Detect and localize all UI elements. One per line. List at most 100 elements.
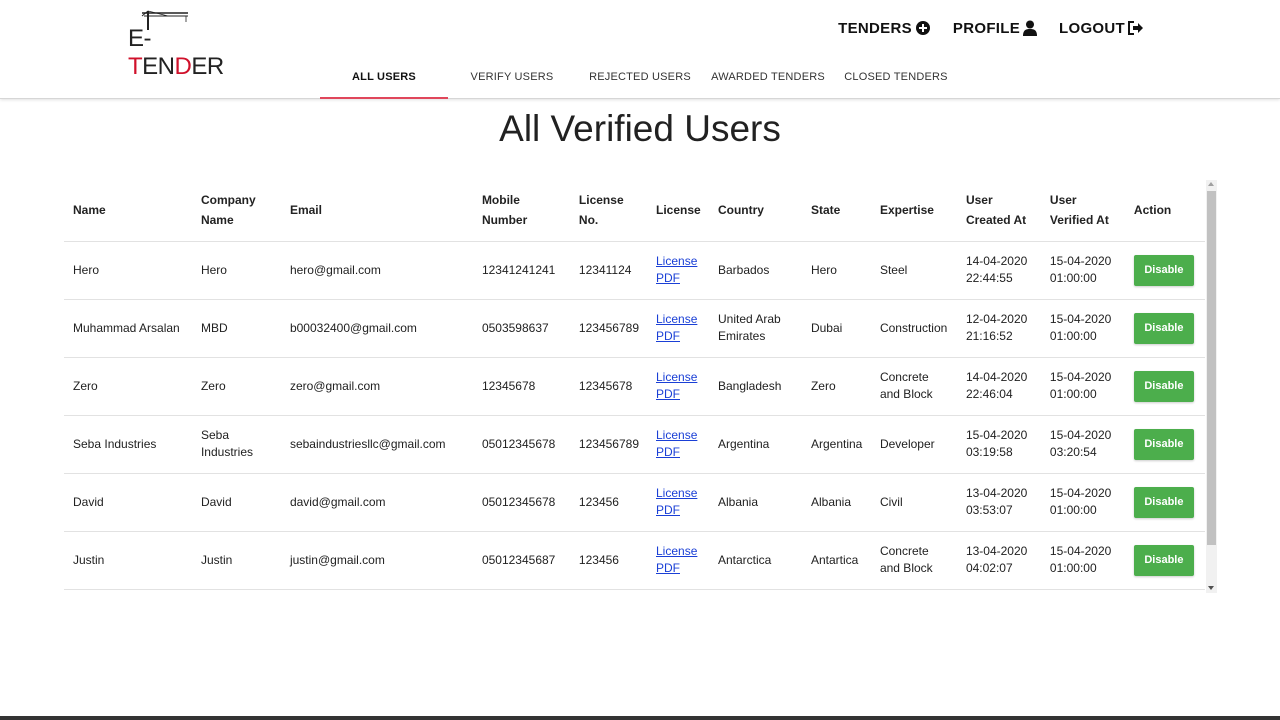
tab-verify-users[interactable]: VERIFY USERS — [448, 59, 576, 99]
cell-country: United Arab Emirates — [708, 299, 802, 358]
tab-bar: ALL USERS VERIFY USERS REJECTED USERS AW… — [320, 59, 960, 99]
cell-email: hero@gmail.com — [280, 241, 473, 300]
col-verified-at: User Verified At — [1040, 180, 1125, 242]
cell-action: Disable — [1124, 241, 1205, 300]
license-pdf-link[interactable]: License PDF — [656, 312, 697, 343]
nav-tenders[interactable]: TENDERS — [838, 18, 931, 38]
table-row: Hero Hero hero@gmail.com 12341241241 123… — [64, 241, 1205, 300]
disable-button[interactable]: Disable — [1133, 312, 1194, 344]
cell-mobile: 12345678 — [472, 357, 570, 416]
cell-mobile: 12341241241 — [472, 241, 570, 300]
disable-button[interactable]: Disable — [1133, 544, 1194, 576]
col-country: Country — [708, 180, 802, 242]
cell-action: Disable — [1124, 299, 1205, 358]
cell-company: Justin — [191, 531, 281, 590]
users-table: Name Company Name Email Mobile Number Li… — [64, 180, 1205, 590]
cell-created-at: 13-04-2020 04:02:07 — [956, 531, 1041, 590]
tab-closed-tenders[interactable]: CLOSED TENDERS — [832, 59, 960, 99]
scrollbar-thumb[interactable] — [1207, 191, 1216, 545]
cell-created-at: 12-04-2020 21:16:52 — [956, 299, 1041, 358]
license-pdf-link[interactable]: License PDF — [656, 486, 697, 517]
cell-license-no: 123456 — [569, 473, 647, 532]
cell-state: Dubai — [801, 299, 871, 358]
nav-profile[interactable]: PROFILE — [952, 18, 1038, 38]
cell-state: Albania — [801, 473, 871, 532]
cell-license: License PDF — [647, 531, 709, 590]
cell-state: Argentina — [801, 415, 871, 474]
tab-awarded-tenders[interactable]: AWARDED TENDERS — [704, 59, 832, 99]
tab-rejected-users[interactable]: REJECTED USERS — [576, 59, 704, 99]
cell-license: License PDF — [647, 357, 709, 416]
header: E-TENDER TENDERS PROFILE LOGOUT ALL USER… — [0, 0, 1280, 99]
cell-name: Zero — [64, 357, 192, 416]
plus-circle-icon — [915, 21, 930, 35]
cell-license: License PDF — [647, 299, 709, 358]
cell-license: License PDF — [647, 473, 709, 532]
cell-expertise: Steel — [870, 241, 957, 300]
cell-verified-at: 15-04-2020 01:00:00 — [1040, 357, 1125, 416]
cell-action: Disable — [1124, 357, 1205, 416]
col-created-at: User Created At — [956, 180, 1041, 242]
cell-state: Hero — [801, 241, 871, 300]
disable-button[interactable]: Disable — [1133, 254, 1194, 286]
table-row: Justin Justin justin@gmail.com 050123456… — [64, 531, 1205, 590]
table-scrollbar[interactable] — [1206, 180, 1217, 593]
cell-mobile: 05012345678 — [472, 473, 570, 532]
disable-button[interactable]: Disable — [1133, 486, 1194, 518]
cell-action: Disable — [1124, 531, 1205, 590]
cell-verified-at: 15-04-2020 01:00:00 — [1040, 531, 1125, 590]
nav-logout-label: LOGOUT — [1059, 19, 1125, 37]
cell-license: License PDF — [647, 415, 709, 474]
cell-company: Zero — [191, 357, 281, 416]
cell-email: b00032400@gmail.com — [280, 299, 473, 358]
table-row: Muhammad Arsalan MBD b00032400@gmail.com… — [64, 299, 1205, 358]
scroll-up-arrow-icon[interactable] — [1208, 182, 1214, 186]
cell-created-at: 13-04-2020 03:53:07 — [956, 473, 1041, 532]
cell-license-no: 123456 — [569, 531, 647, 590]
license-pdf-link[interactable]: License PDF — [656, 254, 697, 285]
col-action: Action — [1124, 180, 1205, 242]
nav-profile-label: PROFILE — [952, 19, 1021, 37]
sign-out-icon — [1128, 21, 1143, 35]
cell-action: Disable — [1124, 415, 1205, 474]
license-pdf-link[interactable]: License PDF — [656, 428, 697, 459]
col-license: License — [647, 180, 709, 242]
cell-name: Justin — [64, 531, 192, 590]
cell-license-no: 123456789 — [569, 299, 647, 358]
scroll-down-arrow-icon[interactable] — [1208, 586, 1214, 590]
cell-license-no: 12345678 — [569, 357, 647, 416]
page-title: All Verified Users — [499, 108, 781, 149]
cell-expertise: Civil — [870, 473, 957, 532]
table-header-row: Name Company Name Email Mobile Number Li… — [64, 180, 1205, 242]
cell-country: Barbados — [708, 241, 802, 300]
cell-license-no: 12341124 — [569, 241, 647, 300]
cell-mobile: 05012345678 — [472, 415, 570, 474]
users-table-container[interactable]: Name Company Name Email Mobile Number Li… — [64, 180, 1217, 593]
col-license-no: License No. — [569, 180, 647, 242]
nav-logout[interactable]: LOGOUT — [1059, 18, 1144, 38]
table-row: David David david@gmail.com 05012345678 … — [64, 473, 1205, 532]
cell-expertise: Construction — [870, 299, 957, 358]
disable-button[interactable]: Disable — [1133, 428, 1194, 460]
cell-email: sebaindustriesllc@gmail.com — [280, 415, 473, 474]
cell-country: Albania — [708, 473, 802, 532]
cell-name: Muhammad Arsalan — [64, 299, 192, 358]
tab-all-users[interactable]: ALL USERS — [320, 59, 448, 99]
disable-button[interactable]: Disable — [1133, 370, 1194, 402]
nav-tenders-label: TENDERS — [838, 19, 912, 37]
cell-created-at: 14-04-2020 22:44:55 — [956, 241, 1041, 300]
cell-name: Seba Industries — [64, 415, 192, 474]
cell-action: Disable — [1124, 473, 1205, 532]
cell-state: Antartica — [801, 531, 871, 590]
top-nav: TENDERS PROFILE LOGOUT — [816, 18, 1144, 38]
bottom-edge — [0, 716, 1280, 720]
cell-verified-at: 15-04-2020 01:00:00 — [1040, 241, 1125, 300]
cell-country: Bangladesh — [708, 357, 802, 416]
brand-logo[interactable]: E-TENDER — [128, 8, 224, 80]
license-pdf-link[interactable]: License PDF — [656, 544, 697, 575]
cell-verified-at: 15-04-2020 01:00:00 — [1040, 299, 1125, 358]
license-pdf-link[interactable]: License PDF — [656, 370, 697, 401]
cell-verified-at: 15-04-2020 03:20:54 — [1040, 415, 1125, 474]
cell-company: Seba Industries — [191, 415, 281, 474]
cell-email: justin@gmail.com — [280, 531, 473, 590]
